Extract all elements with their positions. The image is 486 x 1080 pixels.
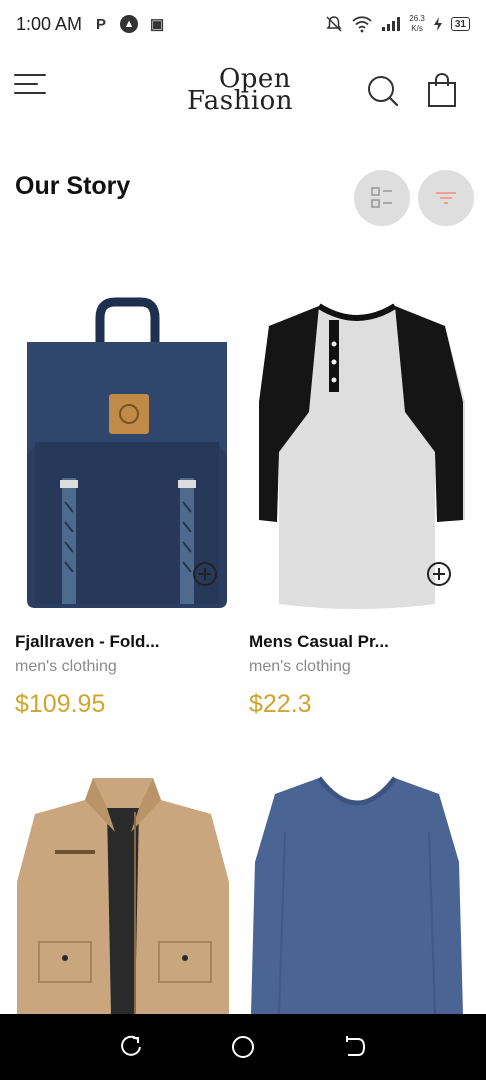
back-icon <box>346 1036 366 1056</box>
product-price: $109.95 <box>15 690 106 718</box>
net-speed-unit: K/s <box>411 24 423 33</box>
product-title: Mens Casual Pr... <box>249 632 389 651</box>
cotton-jacket-image <box>17 778 229 1014</box>
product-image[interactable] <box>15 772 231 1014</box>
product-image[interactable] <box>249 772 465 1014</box>
charging-icon <box>433 17 442 31</box>
net-speed: 26.3 K/s <box>409 14 425 34</box>
product-card-2[interactable]: Mens Casual Pr... men's clothing $22.3 <box>249 292 465 718</box>
recent-apps-button[interactable] <box>117 1033 145 1061</box>
mute-icon <box>326 16 342 32</box>
app-header: Open Fashion <box>0 60 486 124</box>
signal-icon <box>382 17 401 31</box>
parking-p-icon: P <box>96 15 107 33</box>
menu-icon[interactable] <box>14 70 48 98</box>
status-time: 1:00 AM <box>16 13 83 34</box>
product-card-4[interactable] <box>249 772 465 1014</box>
battery-level: 31 <box>454 18 466 30</box>
battery-indicator: 31 <box>450 17 470 31</box>
status-right: 26.3 K/s 31 <box>325 14 470 34</box>
product-card-1[interactable]: Fjallraven - Fold... men's clothing $109… <box>15 292 231 718</box>
home-circle-icon <box>232 1036 254 1058</box>
home-button[interactable] <box>229 1033 257 1061</box>
product-category: men's clothing <box>249 658 351 675</box>
net-speed-value: 26.3 <box>409 14 425 23</box>
add-to-cart-icon[interactable] <box>191 560 219 588</box>
list-view-toggle-button[interactable] <box>354 170 410 226</box>
notification-icon: ▣ <box>149 16 165 33</box>
product-category: men's clothing <box>15 658 117 675</box>
product-title: Fjallraven - Fold... <box>15 632 160 651</box>
brand-logo[interactable]: Open Fashion <box>170 66 310 116</box>
add-to-cart-icon[interactable] <box>425 560 453 588</box>
logo-line-2: Fashion <box>186 86 294 116</box>
system-nav-bar <box>0 1014 486 1080</box>
shopping-bag-icon[interactable] <box>426 72 458 108</box>
filter-icon <box>436 192 456 204</box>
filter-button[interactable] <box>418 170 474 226</box>
product-card-3[interactable] <box>15 772 231 1014</box>
wifi-icon <box>352 16 372 33</box>
navigation-icon: ▲ <box>120 15 139 33</box>
recent-apps-icon <box>121 1035 141 1056</box>
product-price: $22.3 <box>249 690 312 718</box>
status-bar: 1:00 AM P ▲ ▣ 26.3 K/s 31 <box>0 0 486 48</box>
section-title: Our Story <box>15 172 131 200</box>
slim-fit-tshirt-image <box>251 776 463 1014</box>
status-left: 1:00 AM P ▲ ▣ <box>16 14 166 35</box>
back-button[interactable] <box>341 1033 369 1061</box>
search-icon[interactable] <box>366 74 400 108</box>
list-view-icon <box>371 187 392 208</box>
